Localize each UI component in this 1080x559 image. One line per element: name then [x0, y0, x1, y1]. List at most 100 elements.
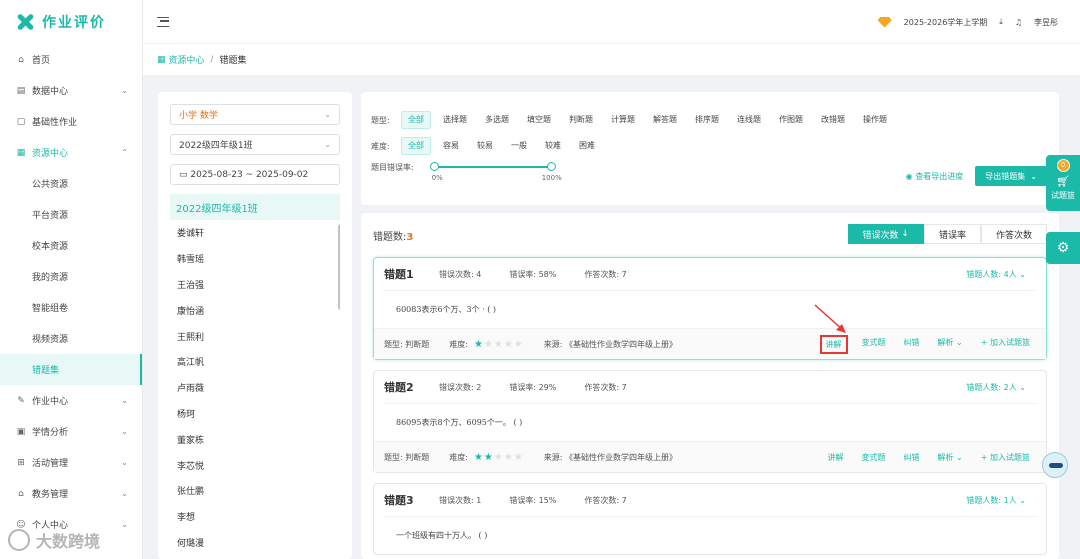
difficulty-chip[interactable]: 较难 — [539, 137, 567, 155]
class-header[interactable]: 2022级四年级1班 — [170, 194, 340, 220]
type-chip[interactable]: 改错题 — [815, 111, 851, 129]
assistant-robot-icon[interactable] — [1042, 452, 1068, 478]
chevron-down-icon: ⌄ — [121, 520, 128, 529]
variant-button[interactable]: 变式题 — [858, 450, 890, 465]
sidebar-item-homework-center[interactable]: ✎ 作业中心 ⌄ — [0, 385, 142, 416]
analysis-toggle[interactable]: 解析 ⌄ — [934, 335, 967, 354]
student-item[interactable]: 康怡涵 — [170, 297, 340, 323]
wrong-people-toggle[interactable]: 错题人数: 1人 ⌄ — [966, 495, 1026, 506]
breadcrumb-parent[interactable]: 资源中心 — [168, 53, 204, 66]
menu-fold-icon[interactable] — [157, 16, 169, 27]
subject-select[interactable]: 小学 数学 ⌄ — [170, 104, 340, 125]
sidebar-item-resource-center[interactable]: ▦ 资源中心 ⌃ — [0, 137, 142, 168]
type-chip[interactable]: 作图题 — [773, 111, 809, 129]
sidebar-subitem-wrong-questions[interactable]: 错题集 — [0, 354, 142, 385]
question-card[interactable]: 错题2 错误次数: 2 错误率: 29% 作答次数: 7 错题人数: 2人 ⌄ … — [373, 370, 1047, 473]
export-button[interactable]: 导出错题集 ⌄ — [975, 166, 1047, 186]
student-item[interactable]: 卢雨薇 — [170, 375, 340, 401]
settings-float[interactable]: ⚙ — [1046, 232, 1080, 264]
bell-icon[interactable]: ♫ — [1015, 18, 1022, 27]
difficulty-chip[interactable]: 一般 — [505, 137, 533, 155]
sidebar-item-academic[interactable]: ⌂ 教务管理 ⌄ — [0, 478, 142, 509]
explain-button[interactable]: 讲解 — [824, 450, 848, 465]
slider-min-handle[interactable] — [429, 162, 439, 171]
difficulty-chip[interactable]: 容易 — [437, 137, 465, 155]
error-rate: 错误率: 58% — [509, 269, 557, 279]
type-chip[interactable]: 填空题 — [521, 111, 557, 129]
type-chip[interactable]: 多选题 — [479, 111, 515, 129]
correct-error-button[interactable]: 纠错 — [900, 335, 924, 354]
slider-max-handle[interactable] — [546, 162, 556, 171]
difficulty-filter-label: 难度: — [371, 141, 390, 151]
type-filter-row: 题型: 全部 选择题 多选题 填空题 判断题 计算题 解答题 排序题 连线题 作… — [371, 110, 1047, 130]
sidebar-item-home[interactable]: ⌂ 首页 — [0, 44, 142, 75]
top-bar: 2025-2026学年上学期 ⤓ ♫ 李昱彤 — [143, 0, 1080, 44]
student-item[interactable]: 王熙利 — [170, 323, 340, 349]
breadcrumb-separator: / — [210, 54, 214, 65]
export-progress-link[interactable]: ◉ 查看导出进度 — [906, 171, 964, 182]
app-logo[interactable]: 作业评价 — [0, 0, 142, 44]
explain-button[interactable]: 讲解 — [819, 334, 848, 354]
slider-min-label: 0% — [431, 174, 443, 182]
sidebar-subitem-public[interactable]: 公共资源 — [0, 168, 142, 199]
error-count: 错误次数: 4 — [439, 269, 482, 279]
correct-error-button[interactable]: 纠错 — [900, 450, 924, 465]
question-card[interactable]: 错题3 错误次数: 1 错误率: 15% 作答次数: 7 错题人数: 1人 ⌄ … — [373, 483, 1047, 555]
type-chip-all[interactable]: 全部 — [401, 111, 431, 129]
type-chip[interactable]: 计算题 — [605, 111, 641, 129]
sort-by-errors-button[interactable]: 错误次数 ↓ — [847, 224, 924, 244]
sort-by-rate-button[interactable]: 错误率 — [923, 224, 981, 244]
student-item[interactable]: 杨珂 — [170, 401, 340, 427]
analysis-toggle[interactable]: 解析 ⌄ — [934, 450, 967, 465]
wrong-people-toggle[interactable]: 错题人数: 4人 ⌄ — [966, 269, 1026, 280]
wrong-people-toggle[interactable]: 错题人数: 2人 ⌄ — [966, 382, 1026, 393]
type-chip[interactable]: 排序题 — [689, 111, 725, 129]
student-item[interactable]: 高江帆 — [170, 349, 340, 375]
sort-by-answers-button[interactable]: 作答次数 — [980, 224, 1047, 244]
error-rate-slider[interactable]: 0% 100% — [429, 162, 562, 186]
sidebar-subitem-platform[interactable]: 平台资源 — [0, 199, 142, 230]
student-item[interactable]: 娄诚轩 — [170, 220, 340, 246]
export-progress-label: 查看导出进度 — [915, 171, 964, 181]
sidebar-item-analysis[interactable]: ▣ 学情分析 ⌄ — [0, 416, 142, 447]
question-count-label: 错题数: — [373, 231, 407, 243]
type-chip[interactable]: 选择题 — [437, 111, 473, 129]
home-icon: ⌂ — [18, 54, 24, 65]
type-chip[interactable]: 操作题 — [857, 111, 893, 129]
student-item[interactable]: 李想 — [170, 504, 340, 530]
student-item[interactable]: 何璐漫 — [170, 530, 340, 556]
add-to-basket-button[interactable]: + 加入试题篮 — [977, 335, 1034, 354]
difficulty-chip-all[interactable]: 全部 — [401, 137, 431, 155]
student-item[interactable]: 董家栋 — [170, 426, 340, 452]
vip-diamond-icon[interactable] — [877, 16, 892, 28]
sidebar-item-basic-homework[interactable]: ▢ 基础性作业 — [0, 106, 142, 137]
class-select[interactable]: 2022级四年级1班 ⌄ — [170, 134, 340, 155]
sidebar-subitem-smart-paper[interactable]: 智能组卷 — [0, 292, 142, 323]
sidebar-item-activity[interactable]: ⊞ 活动管理 ⌄ — [0, 447, 142, 478]
student-item[interactable]: 王治强 — [170, 272, 340, 298]
type-chip[interactable]: 解答题 — [647, 111, 683, 129]
download-icon[interactable]: ⤓ — [999, 17, 1003, 27]
type-chip[interactable]: 判断题 — [563, 111, 599, 129]
user-name[interactable]: 李昱彤 — [1034, 17, 1058, 28]
question-count-value: 3 — [406, 231, 414, 243]
sidebar-subitem-school[interactable]: 校本资源 — [0, 230, 142, 261]
difficulty-chip[interactable]: 较易 — [471, 137, 499, 155]
question-basket-float[interactable]: 0 🛒︎ 试题篮 — [1046, 155, 1080, 211]
student-item[interactable]: 韩雪瑶 — [170, 246, 340, 272]
type-chip[interactable]: 连线题 — [731, 111, 767, 129]
student-item[interactable]: 张仕鹏 — [170, 478, 340, 504]
semester-selector[interactable]: 2025-2026学年上学期 — [904, 17, 988, 28]
star-icon: ★ — [513, 451, 523, 463]
sidebar-subitem-video[interactable]: 视频资源 — [0, 323, 142, 354]
add-to-basket-button[interactable]: + 加入试题篮 — [977, 450, 1034, 465]
student-item[interactable]: 李芯悦 — [170, 452, 340, 478]
sidebar-subitem-mine[interactable]: 我的资源 — [0, 261, 142, 292]
question-card[interactable]: 错题1 错误次数: 4 错误率: 58% 作答次数: 7 错题人数: 4人 ⌄ … — [373, 257, 1047, 360]
difficulty-chip[interactable]: 困难 — [573, 137, 601, 155]
variant-button[interactable]: 变式题 — [858, 335, 890, 354]
star-icon: ★ — [473, 451, 483, 463]
sidebar-item-data-center[interactable]: ▤ 数据中心 ⌄ — [0, 75, 142, 106]
student-list-scrollbar[interactable] — [338, 224, 340, 310]
date-range-picker[interactable]: ▭ 2025-08-23 ~ 2025-09-02 — [170, 164, 340, 185]
